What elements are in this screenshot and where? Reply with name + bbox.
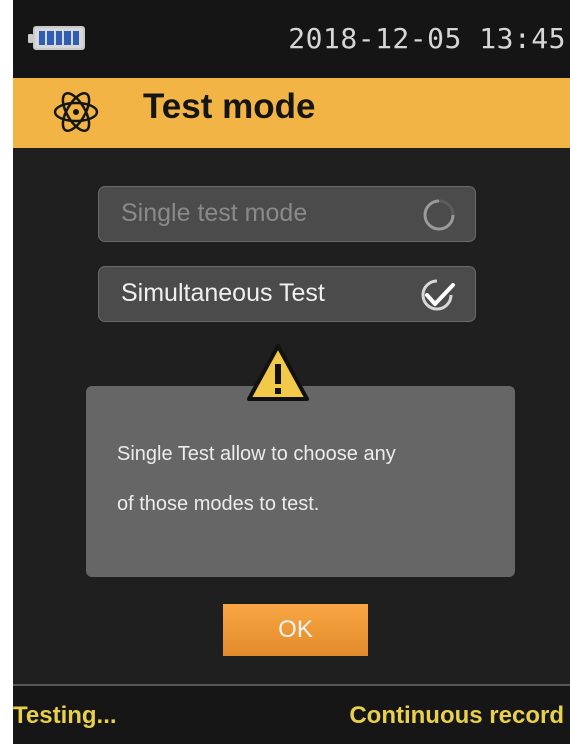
dialog-message-line-1: Single Test allow to choose any — [117, 443, 396, 465]
checkmark-icon — [421, 279, 455, 311]
battery-icon — [28, 26, 85, 50]
atom-icon — [53, 92, 99, 132]
dialog-message-line-2: of those modes to test. — [117, 493, 320, 515]
option-label: Single test mode — [121, 199, 308, 227]
continuous-record-status: Continuous record — [349, 702, 564, 729]
testing-status: Testing... — [13, 702, 117, 729]
page-title: Test mode — [143, 87, 316, 126]
device-screen: 2018-12-05 13:45 Test mode Single test m… — [13, 0, 570, 744]
option-label: Simultaneous Test — [121, 279, 325, 307]
option-single-test-mode[interactable]: Single test mode — [98, 186, 476, 242]
loading-icon — [423, 199, 455, 231]
datetime: 2018-12-05 13:45 — [288, 22, 566, 55]
status-bar: 2018-12-05 13:45 — [13, 0, 570, 78]
option-simultaneous-test[interactable]: Simultaneous Test — [98, 266, 476, 322]
info-dialog — [86, 386, 515, 577]
warning-icon — [247, 344, 309, 401]
ok-button[interactable]: OK — [223, 604, 368, 656]
